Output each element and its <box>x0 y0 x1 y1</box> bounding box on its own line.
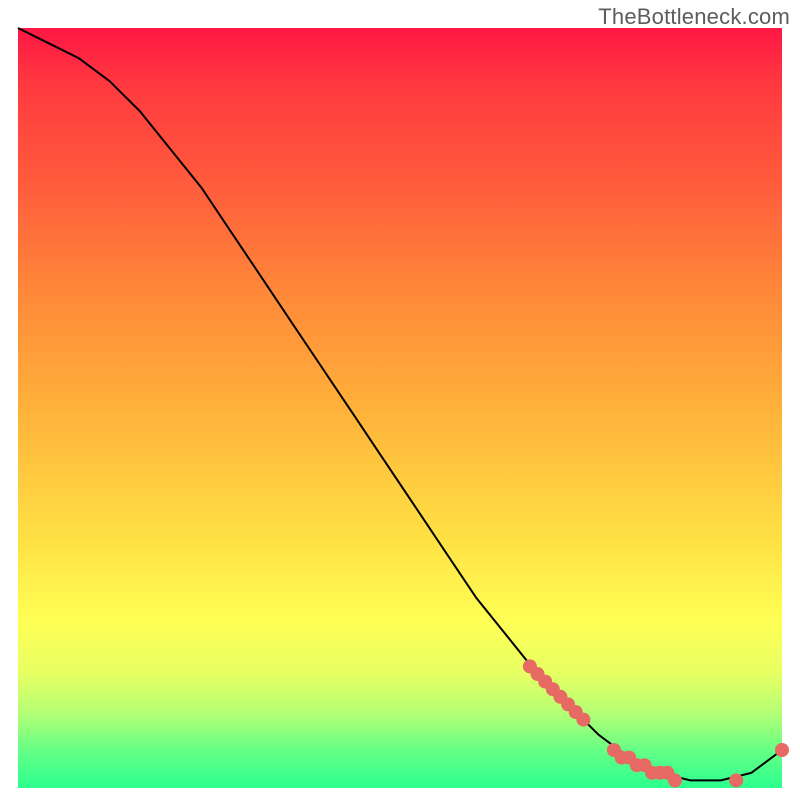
data-marker <box>729 773 743 787</box>
plot-area <box>18 28 782 788</box>
chart-svg <box>18 28 782 788</box>
data-marker <box>576 713 590 727</box>
data-marker <box>668 773 682 787</box>
data-marker <box>775 743 789 757</box>
data-markers <box>523 659 789 787</box>
bottleneck-curve <box>18 28 782 780</box>
curve-path <box>18 28 782 780</box>
watermark-text: TheBottleneck.com <box>598 4 790 30</box>
chart-container: TheBottleneck.com <box>0 0 800 800</box>
